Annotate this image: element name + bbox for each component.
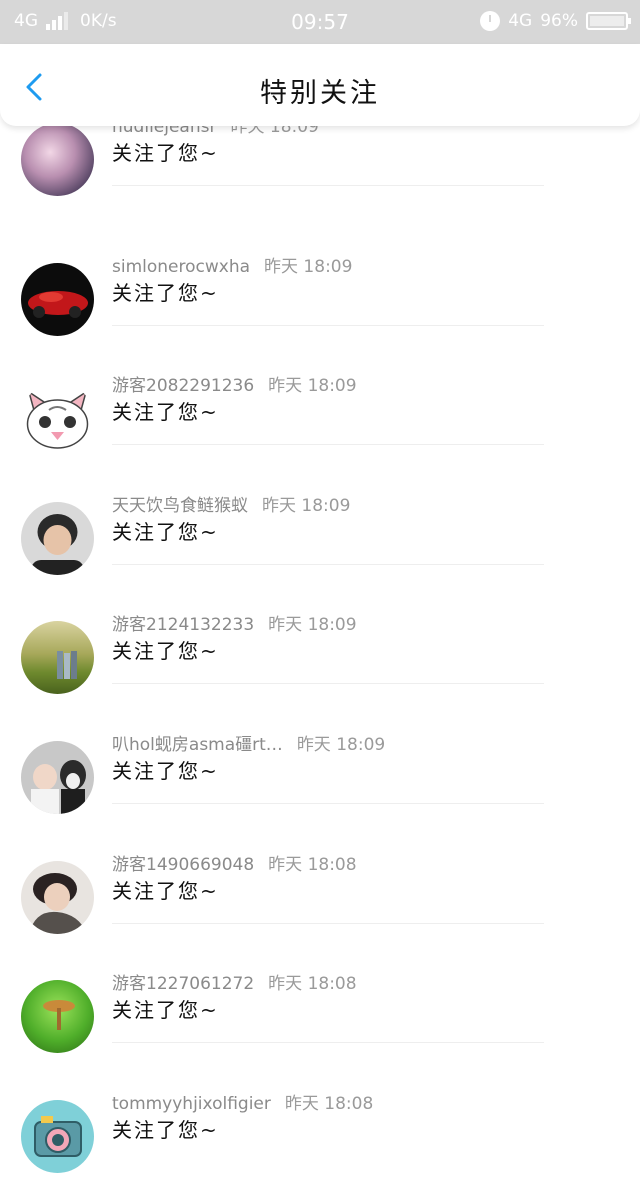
nav-header: 特别关注 xyxy=(0,44,640,126)
name-line: 游客2082291236 昨天 18:09 xyxy=(112,371,357,396)
timestamp: 昨天 18:09 xyxy=(296,734,386,755)
message-text: 关注了您~ xyxy=(112,141,219,165)
user-name: 游客2082291236 xyxy=(112,376,255,397)
name-line: 游客1227061272 昨天 18:08 xyxy=(112,969,357,994)
name-line: 游客2124132233 昨天 18:09 xyxy=(112,610,357,635)
list-item[interactable]: 游客2124132233 昨天 18:09 关注了您~ xyxy=(0,588,640,708)
name-line: simlonerocwxha 昨天 18:09 xyxy=(112,252,352,277)
divider xyxy=(112,563,544,565)
name-line: tommyyhjixolfigier 昨天 18:08 xyxy=(112,1089,373,1114)
timestamp: 昨天 18:08 xyxy=(268,854,357,875)
divider xyxy=(112,1042,544,1044)
message-text: 关注了您~ xyxy=(112,280,219,305)
list-item[interactable]: simlonerocwxha 昨天 18:09 关注了您~ xyxy=(0,230,640,350)
avatar[interactable] xyxy=(21,262,94,336)
alarm-icon xyxy=(480,11,501,31)
timestamp: 昨天 18:09 xyxy=(262,495,351,516)
user-name: 游客1227061272 xyxy=(112,974,255,995)
battery-icon xyxy=(586,12,631,30)
divider xyxy=(112,185,544,186)
list-item[interactable]: 叭hol蚬房asma礓rt… 昨天 18:09 关注了您~ xyxy=(0,708,640,828)
follower-list: nudiiejeansr 昨天 18:09 关注了您~ simlonerocwxh… xyxy=(0,110,640,1186)
timestamp: 昨天 18:09 xyxy=(268,376,357,397)
status-right: 4G 96% xyxy=(480,11,631,31)
timestamp: 昨天 18:09 xyxy=(268,615,357,636)
network-label-right: 4G xyxy=(508,11,533,31)
divider xyxy=(112,683,544,685)
divider xyxy=(112,922,544,924)
name-line: 天天饮鸟食鲢猴蚁 昨天 18:09 xyxy=(112,491,350,516)
page-title: 特别关注 xyxy=(260,78,380,109)
avatar[interactable] xyxy=(21,621,94,695)
avatar[interactable] xyxy=(21,860,94,934)
message-text: 关注了您~ xyxy=(112,998,219,1023)
list-item[interactable]: tommyyhjixolfigier 昨天 18:08 关注了您~ xyxy=(0,1067,640,1186)
message-text: 关注了您~ xyxy=(112,519,219,544)
timestamp: 昨天 18:08 xyxy=(284,1093,374,1114)
status-bar: 4G 0K/s 09:57 4G 96% xyxy=(0,0,640,44)
list-item[interactable]: 游客1490669048 昨天 18:08 关注了您~ xyxy=(0,828,640,948)
list-item[interactable]: 游客2082291236 昨天 18:09 关注了您~ xyxy=(0,349,640,469)
name-line: 游客1490669048 昨天 18:08 xyxy=(112,850,357,875)
timestamp: 昨天 18:08 xyxy=(268,974,357,995)
message-text: 关注了您~ xyxy=(112,878,219,903)
name-line: 叭hol蚬房asma礓rt… 昨天 18:09 xyxy=(112,730,385,755)
avatar[interactable] xyxy=(21,980,94,1054)
avatar[interactable] xyxy=(21,740,94,814)
message-text: 关注了您~ xyxy=(112,1117,219,1142)
user-name: tommyyhjixolfigier xyxy=(112,1093,271,1114)
avatar[interactable] xyxy=(21,501,94,575)
user-name: 天天饮鸟食鲢猴蚁 xyxy=(112,495,248,516)
divider xyxy=(112,802,544,804)
message-text: 关注了您~ xyxy=(112,758,219,783)
user-name: 游客2124132233 xyxy=(112,615,255,636)
list-item[interactable]: 天天饮鸟食鲢猴蚁 昨天 18:09 关注了您~ xyxy=(0,469,640,589)
message-text: 关注了您~ xyxy=(112,639,219,664)
user-name: 游客1490669048 xyxy=(112,854,255,875)
message-text: 关注了您~ xyxy=(112,400,219,425)
avatar[interactable] xyxy=(21,1099,94,1173)
divider xyxy=(112,324,544,326)
avatar[interactable] xyxy=(21,382,94,456)
divider xyxy=(112,444,544,446)
battery-percent: 96% xyxy=(540,11,578,31)
user-name: 叭hol蚬房asma礓rt… xyxy=(112,734,283,755)
user-name: simlonerocwxha xyxy=(112,256,251,277)
list-item[interactable]: 游客1227061272 昨天 18:08 关注了您~ xyxy=(0,947,640,1067)
timestamp: 昨天 18:09 xyxy=(264,256,353,277)
avatar[interactable] xyxy=(21,123,94,196)
